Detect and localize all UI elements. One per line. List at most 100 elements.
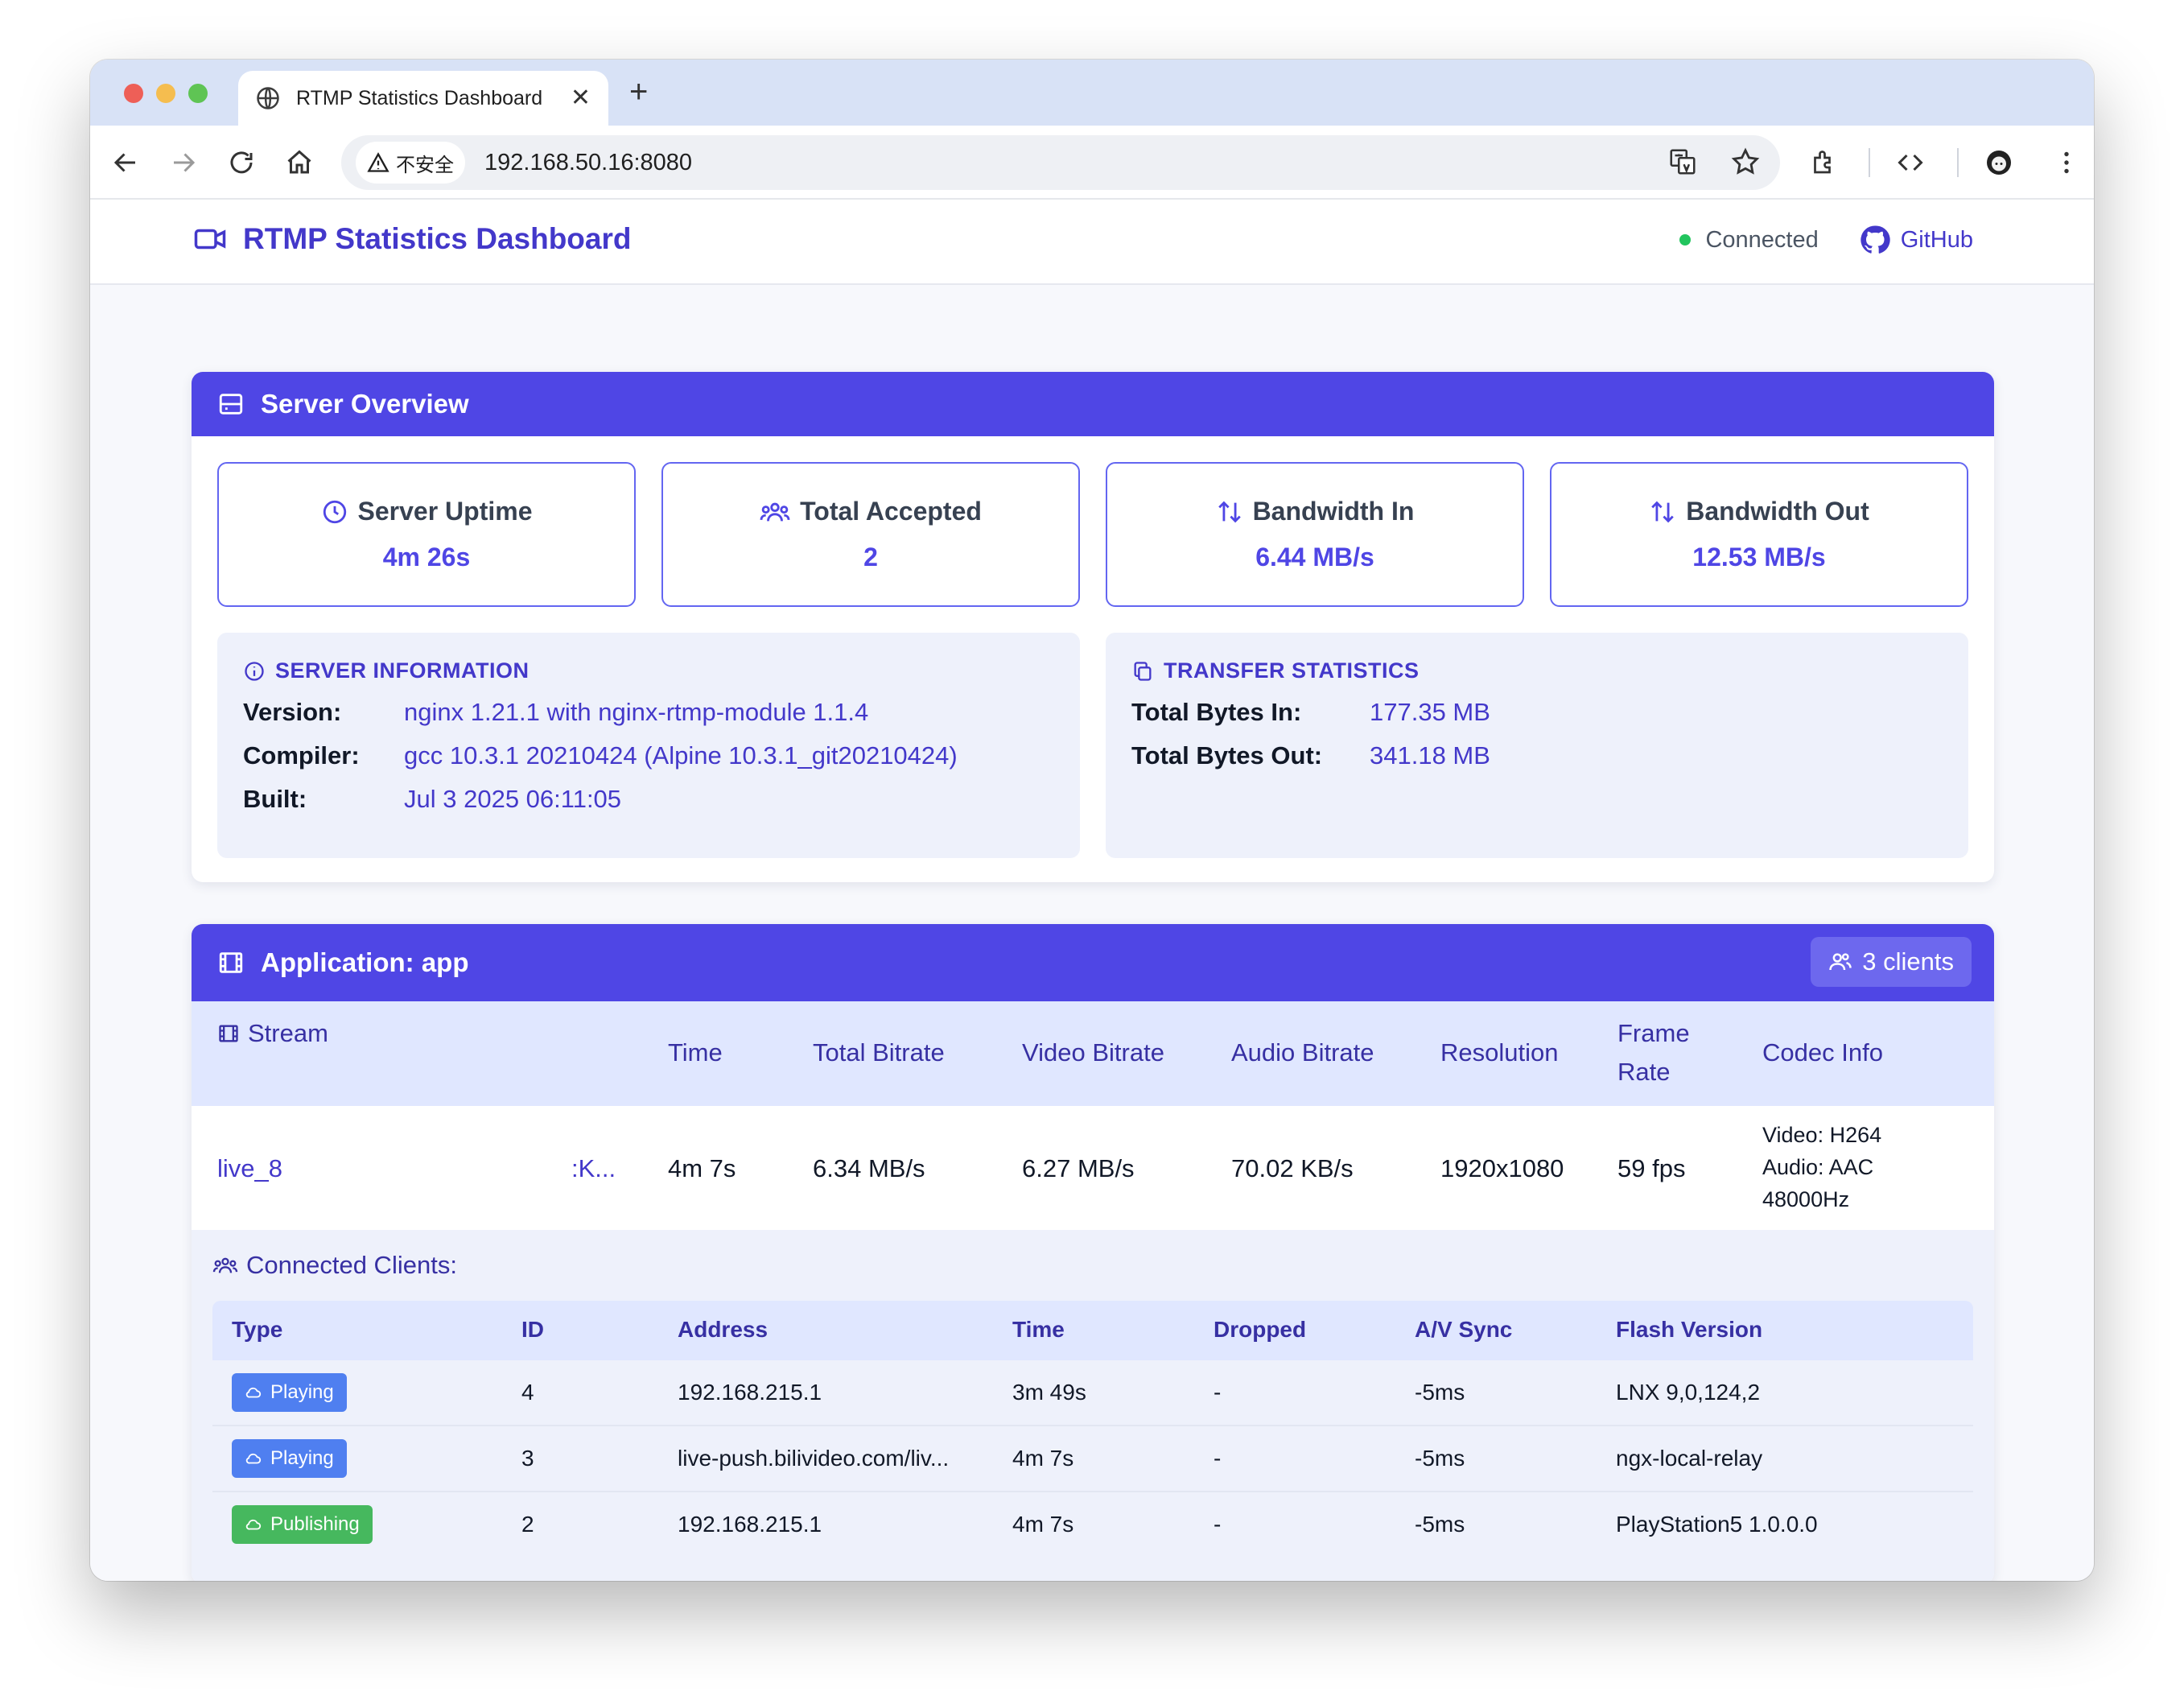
stat-value: 6.44 MB/s [1255,543,1374,571]
stat-total-accepted: Total Accepted 2 [661,462,1080,607]
stat-label: Server Uptime [357,497,533,526]
cloud-icon [245,1453,262,1464]
profile-avatar-icon[interactable] [1984,148,2013,177]
col-flash-version: Flash Version [1616,1317,1763,1342]
more-menu-icon[interactable] [2052,148,2081,177]
stat-value: 12.53 MB/s [1692,543,1826,571]
copy-icon [1134,661,1152,681]
client-flash-version: LNX 9,0,124,2 [1616,1380,1761,1405]
status-dot-icon [1679,234,1692,246]
address-bar[interactable]: 不安全 192.168.50.16:8080 [341,135,1780,190]
app-header: RTMP Statistics Dashboard Connected GitH… [90,200,2094,285]
minimize-window-button[interactable] [156,84,175,103]
window-controls [124,84,208,103]
client-address: 192.168.215.1 [678,1512,822,1537]
client-dropped: - [1214,1380,1222,1405]
stat-label: Bandwidth Out [1686,497,1869,526]
devtools-code-icon[interactable] [1896,148,1925,177]
transfer-statistics-panel: TRANSFER STATISTICS Total Bytes In: 177.… [1106,633,1968,858]
col-dropped: Dropped [1214,1317,1307,1342]
security-label: 不安全 [396,154,454,176]
stream-time: 4m 7s [668,1154,736,1182]
col-resolution: Resolution [1440,1038,1559,1067]
home-icon[interactable] [285,148,314,177]
stream-key[interactable]: :K... [571,1154,616,1183]
info-key: Total Bytes In: [1131,698,1302,726]
info-value: 177.35 MB [1370,698,1490,726]
transfer-row-bytes-out: Total Bytes Out: 341.18 MB [1131,741,1943,770]
client-dropped: - [1214,1446,1222,1471]
toolbar-divider [1957,148,1959,177]
info-icon [245,661,264,681]
forward-arrow-icon[interactable] [169,148,198,177]
close-tab-icon[interactable]: ✕ [571,86,591,110]
tab-strip: RTMP Statistics Dashboard ✕ + [90,60,2094,126]
back-arrow-icon[interactable] [111,148,140,177]
stat-server-uptime: Server Uptime 4m 26s [217,462,636,607]
clients-count: 3 clients [1862,947,1954,976]
client-type-badge: Publishing [232,1505,373,1544]
brand[interactable]: RTMP Statistics Dashboard [193,222,631,256]
stream-frame-rate: 59 fps [1617,1154,1686,1182]
connected-clients-label: Connected Clients: [212,1251,457,1280]
stream-name-link[interactable]: live_8 [217,1154,282,1183]
translate-icon[interactable] [1667,146,1698,177]
reload-icon[interactable] [227,148,256,177]
server-overview-card: Server Overview Server Uptime 4m 26s Tot… [192,372,1994,882]
table-row[interactable]: Playing 3 live-push.bilivideo.com/liv...… [212,1426,1973,1492]
connected-clients-section: Connected Clients: Type ID Address Time … [192,1230,1994,1581]
stat-bandwidth-out: Bandwidth Out 12.53 MB/s [1550,462,1968,607]
client-type-badge: Playing [232,1439,347,1478]
cloud-icon [245,1387,262,1398]
page-title: RTMP Statistics Dashboard [243,222,632,255]
col-audio-bitrate: Audio Bitrate [1231,1038,1374,1067]
server-icon [219,394,243,415]
info-key: Compiler: [243,741,360,770]
client-id: 2 [521,1512,534,1537]
users-icon [212,1257,238,1273]
tab-title: RTMP Statistics Dashboard [296,86,543,109]
clock-icon [323,500,346,523]
stream-row[interactable]: live_8 :K... 4m 7s 6.34 MB/s 6.27 MB/s 7… [192,1106,1994,1230]
stream-audio-bitrate: 70.02 KB/s [1231,1154,1354,1182]
github-label: GitHub [1900,226,1973,253]
close-window-button[interactable] [124,84,143,103]
client-av-sync: -5ms [1415,1380,1465,1405]
address-bar-actions [1667,146,1761,177]
cloud-icon [245,1519,262,1530]
browser-tab[interactable]: RTMP Statistics Dashboard ✕ [238,71,608,126]
info-key: Built: [243,785,307,813]
globe-icon [257,87,279,109]
info-value: gcc 10.3.1 20210424 (Alpine 10.3.1_git20… [404,741,958,770]
extensions-icon[interactable] [1809,148,1838,177]
bookmark-star-icon[interactable] [1730,146,1761,177]
github-link[interactable]: GitHub [1859,224,1973,256]
col-total-bitrate: Total Bitrate [813,1038,945,1067]
info-row-version: Version: nginx 1.21.1 with nginx-rtmp-mo… [243,698,1054,727]
header-actions: Connected GitHub [1679,224,1973,256]
col-codec-info: Codec Info [1762,1038,1883,1067]
stat-label: Bandwidth In [1252,497,1415,526]
info-value: 341.18 MB [1370,741,1490,770]
info-value: Jul 3 2025 06:11:05 [404,785,622,813]
client-type-badge: Playing [232,1373,347,1412]
client-av-sync: -5ms [1415,1512,1465,1537]
server-information-panel: SERVER INFORMATION Version: nginx 1.21.1… [217,633,1080,858]
table-row[interactable]: Playing 4 192.168.215.1 3m 49s - -5ms LN… [212,1360,1973,1426]
client-av-sync: -5ms [1415,1446,1465,1471]
col-stream: Stream [217,1014,328,1053]
security-chip[interactable]: 不安全 [356,142,465,184]
client-address: 192.168.215.1 [678,1380,822,1405]
arrows-up-down-icon [1218,501,1241,522]
transfer-statistics-title: TRANSFER STATISTICS [1164,658,1420,683]
info-value: nginx 1.21.1 with nginx-rtmp-module 1.1.… [404,698,869,726]
toolbar-divider [1869,148,1870,177]
table-row[interactable]: Publishing 2 192.168.215.1 4m 7s - -5ms … [212,1492,1973,1558]
info-key: Version: [243,698,342,726]
new-tab-button[interactable]: + [629,76,648,108]
maximize-window-button[interactable] [188,84,208,103]
page-content: RTMP Statistics Dashboard Connected GitH… [90,200,2094,1581]
url-text[interactable]: 192.168.50.16:8080 [484,150,692,176]
clients-table: Type ID Address Time Dropped A/V Sync Fl… [212,1301,1973,1558]
col-frame-rate: Frame Rate [1617,1019,1690,1086]
